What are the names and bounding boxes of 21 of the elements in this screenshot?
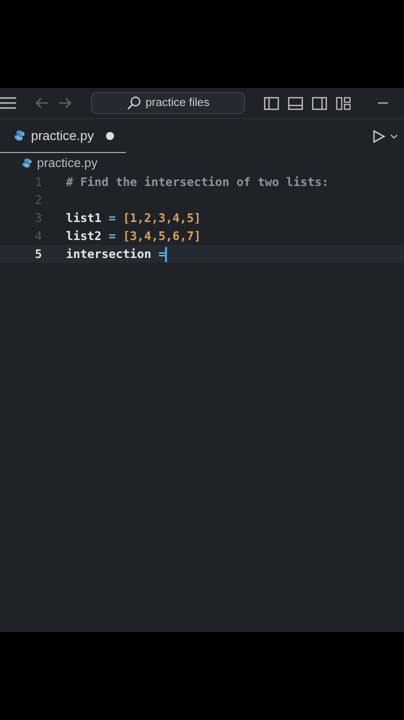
code-line: # Find the intersection of two lists: xyxy=(66,175,329,189)
breadcrumb-item[interactable]: practice.py xyxy=(37,156,98,170)
line-number: 5 xyxy=(34,247,43,261)
sidebar-layout-icon[interactable] xyxy=(264,96,279,110)
minimize-icon[interactable] xyxy=(378,102,388,104)
back-arrow-icon[interactable] xyxy=(35,97,49,109)
text-caret xyxy=(165,246,168,262)
panel-layout-icon[interactable] xyxy=(288,96,303,110)
python-file-icon xyxy=(14,130,25,141)
code-line: intersection = xyxy=(66,247,166,261)
python-file-icon xyxy=(22,158,32,168)
code-line: list1 = [1,2,3,4,5] xyxy=(66,211,201,225)
run-icon[interactable] xyxy=(373,130,385,142)
forward-arrow-icon[interactable] xyxy=(58,97,72,109)
code-line: list2 = [3,4,5,6,7] xyxy=(66,229,201,243)
search-field[interactable]: practice files xyxy=(91,92,245,114)
split-layout-icon[interactable] xyxy=(312,96,327,110)
grid-layout-icon[interactable] xyxy=(336,96,351,110)
chevron-down-icon[interactable] xyxy=(390,134,398,138)
search-icon xyxy=(126,96,141,110)
menu-icon[interactable] xyxy=(0,97,16,109)
